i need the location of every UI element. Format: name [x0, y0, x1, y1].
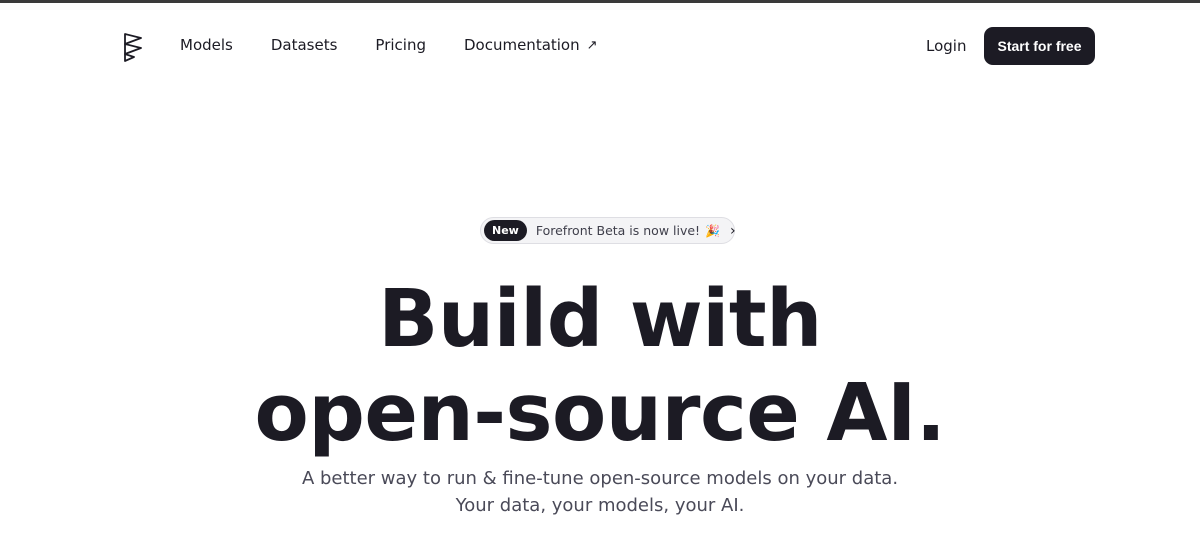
primary-nav: Models Datasets Pricing Documentation ↗ [180, 36, 636, 54]
announcement-text: Forefront Beta is now live! [535, 223, 701, 238]
nav-datasets-label: Datasets [270, 36, 338, 54]
new-badge: New [484, 220, 527, 241]
announcement-pill[interactable]: New Forefront Beta is now live! 🎉 › [480, 217, 736, 244]
headline-line-1: Build with [378, 273, 822, 365]
login-link[interactable]: Login [926, 37, 966, 55]
chevron-right-icon: › [730, 222, 736, 239]
nav-pricing[interactable]: Pricing [375, 36, 426, 54]
subtitle-line-1: A better way to run & fine-tune open-sou… [301, 468, 899, 489]
party-popper-icon: 🎉 [705, 223, 721, 238]
external-link-icon: ↗ [586, 37, 598, 53]
nav-pricing-label: Pricing [375, 36, 426, 54]
headline-line-2: open-source AI. [254, 367, 946, 459]
nav-models-label: Models [180, 36, 233, 54]
nav-models[interactable]: Models [180, 36, 233, 54]
nav-documentation-label: Documentation [463, 36, 580, 54]
hero-subtitle: A better way to run & fine-tune open-sou… [0, 465, 1200, 519]
subtitle-line-2: Your data, your models, your AI. [455, 495, 745, 516]
start-for-free-button[interactable]: Start for free [984, 27, 1095, 65]
nav-datasets[interactable]: Datasets [271, 36, 338, 54]
nav-documentation[interactable]: Documentation ↗ [464, 36, 598, 54]
forefront-logo-icon [124, 33, 142, 62]
hero-headline: Build with open-source AI. [0, 272, 1200, 460]
navbar: Models Datasets Pricing Documentation ↗ … [0, 3, 1200, 87]
logo-link[interactable] [119, 31, 147, 63]
